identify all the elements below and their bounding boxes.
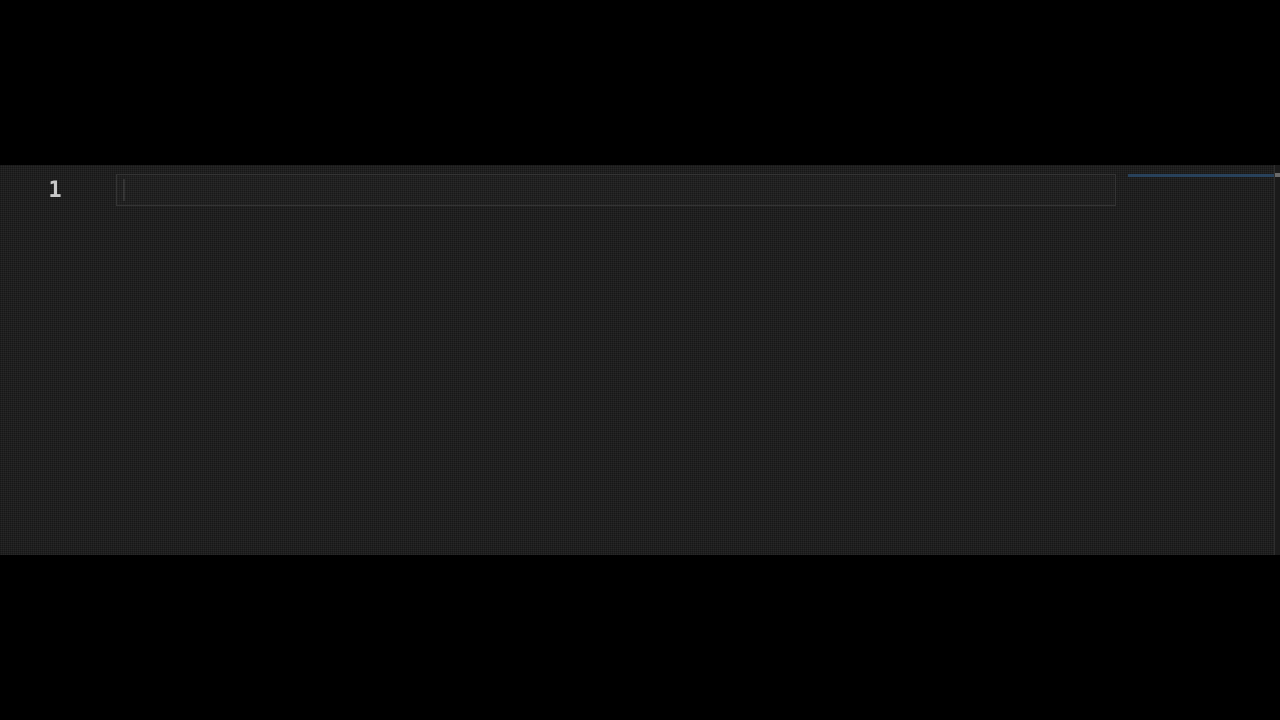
scrollbar-thumb[interactable]	[1275, 173, 1280, 177]
current-line-highlight[interactable]	[116, 174, 1116, 206]
text-cursor	[123, 179, 125, 201]
line-number-gutter: 1	[0, 165, 112, 555]
letterbox-top	[0, 0, 1280, 165]
letterbox-bottom	[0, 555, 1280, 720]
code-editor[interactable]: 1	[0, 165, 1280, 555]
minimap-viewport-indicator[interactable]	[1128, 174, 1274, 177]
minimap[interactable]	[1122, 165, 1274, 555]
code-area[interactable]	[112, 165, 1122, 555]
line-number: 1	[48, 178, 62, 203]
vertical-scrollbar[interactable]	[1274, 165, 1280, 555]
